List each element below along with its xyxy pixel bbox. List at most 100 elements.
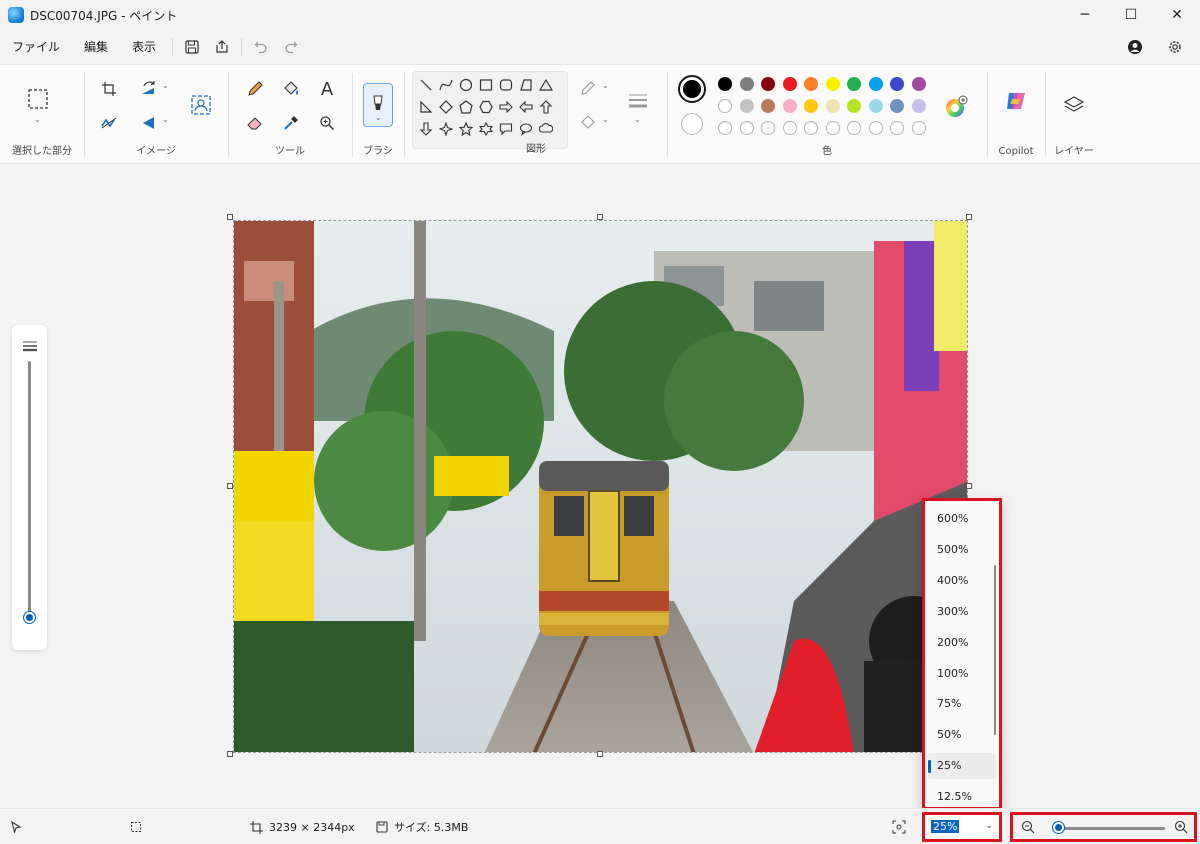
zoom-option[interactable]: 100% [928,661,996,687]
remove-background-icon[interactable] [187,91,215,119]
diamond-shape-icon[interactable] [437,98,455,116]
zoom-option[interactable]: 600% [928,506,996,532]
triangle-shape-icon[interactable] [537,76,555,94]
cloud-callout-shape-icon[interactable] [537,120,555,138]
zoom-option[interactable]: 200% [928,630,996,656]
color-picker-icon[interactable] [277,109,305,137]
zoom-option[interactable]: 300% [928,599,996,625]
color-swatch[interactable] [825,77,840,91]
close-button[interactable]: ✕ [1154,0,1200,30]
chevron-down-icon[interactable]: ⌄ [162,115,169,124]
four-point-star-shape-icon[interactable] [437,120,455,138]
up-arrow-shape-icon[interactable] [537,98,555,116]
color-swatch[interactable] [890,77,904,91]
rectangle-shape-icon[interactable] [477,76,495,94]
custom-color-slot[interactable] [825,121,840,135]
color-swatch[interactable] [868,77,883,91]
right-triangle-shape-icon[interactable] [417,98,435,116]
color-swatch[interactable] [847,77,861,91]
undo-icon[interactable] [246,32,276,62]
zoom-level-select[interactable]: 25% ⌄ [922,812,1002,842]
left-arrow-shape-icon[interactable] [517,98,535,116]
rounded-rectangle-shape-icon[interactable] [497,76,515,94]
curve-shape-icon[interactable] [437,76,455,94]
resize-handle[interactable] [966,214,972,220]
resize-handle[interactable] [227,483,233,489]
color-swatch[interactable] [911,77,926,91]
color-swatch[interactable] [739,77,754,91]
custom-color-slot[interactable] [804,121,818,135]
zoom-option[interactable]: 12.5% [928,784,996,810]
chevron-down-icon[interactable]: ⌄ [602,115,609,124]
zoom-option[interactable]: 25% [928,753,996,780]
zoom-option[interactable]: 50% [928,722,996,748]
fit-to-window-icon[interactable] [892,809,906,844]
resize-icon[interactable] [95,109,123,137]
menu-file[interactable]: ファイル [0,30,72,64]
layers-icon[interactable] [1060,91,1088,119]
chevron-down-icon[interactable]: ⌄ [162,81,169,90]
oval-shape-icon[interactable] [457,76,475,94]
polygon-shape-icon[interactable] [517,76,535,94]
zoom-in-icon[interactable] [1174,820,1188,837]
resize-handle[interactable] [966,483,972,489]
color-swatch[interactable] [911,99,926,113]
rectangular-callout-shape-icon[interactable] [497,120,515,138]
resize-handle[interactable] [227,751,233,757]
color-swatch[interactable] [890,99,904,113]
custom-color-slot[interactable] [868,121,883,135]
down-arrow-shape-icon[interactable] [417,120,435,138]
menu-edit[interactable]: 編集 [72,30,120,64]
secondary-color-button[interactable] [681,113,703,135]
color-swatch[interactable] [847,99,861,113]
primary-color-button[interactable] [678,75,706,103]
shape-fill-icon[interactable] [574,109,602,137]
line-shape-icon[interactable] [417,76,435,94]
chevron-down-icon[interactable]: ⌄ [34,115,41,124]
oval-callout-shape-icon[interactable] [517,120,535,138]
text-tool-icon[interactable]: A [313,75,341,103]
chevron-down-icon[interactable]: ⌄ [602,81,609,90]
minimize-button[interactable]: ─ [1062,0,1108,30]
brush-size-track[interactable] [28,361,31,623]
menu-view[interactable]: 表示 [120,30,168,64]
zoom-option[interactable]: 75% [928,691,996,717]
color-swatch[interactable] [718,77,732,91]
resize-handle[interactable] [597,214,603,220]
chevron-down-icon[interactable]: ⌄ [375,113,382,122]
magnifier-icon[interactable] [313,109,341,137]
color-swatch[interactable] [782,99,797,113]
edit-colors-icon[interactable] [942,93,970,121]
zoom-option[interactable]: 400% [928,568,996,594]
line-size-icon[interactable] [624,87,652,115]
flip-icon[interactable] [135,109,163,137]
color-swatch[interactable] [718,99,732,113]
custom-color-slot[interactable] [761,121,775,135]
account-icon[interactable] [1120,32,1150,62]
zoom-slider-track[interactable] [1053,827,1165,830]
right-arrow-shape-icon[interactable] [497,98,515,116]
custom-color-slot[interactable] [739,121,754,135]
save-icon[interactable] [177,32,207,62]
color-swatch[interactable] [868,99,883,113]
pencil-icon[interactable] [241,75,269,103]
hexagon-shape-icon[interactable] [477,98,495,116]
color-swatch[interactable] [825,99,840,113]
zoom-slider-thumb[interactable] [1052,822,1064,833]
canvas-image[interactable] [233,220,968,753]
custom-color-slot[interactable] [847,121,861,135]
color-swatch[interactable] [739,99,754,113]
zoom-option[interactable]: 500% [928,537,996,563]
zoom-out-icon[interactable] [1021,820,1035,837]
color-swatch[interactable] [761,77,775,91]
share-icon[interactable] [207,32,237,62]
resize-handle[interactable] [227,214,233,220]
custom-color-slot[interactable] [911,121,926,135]
rectangle-select-icon[interactable] [24,85,52,113]
fill-bucket-icon[interactable] [277,75,305,103]
eraser-icon[interactable] [241,109,269,137]
color-swatch[interactable] [804,77,818,91]
redo-icon[interactable] [276,32,306,62]
color-swatch[interactable] [761,99,775,113]
five-point-star-shape-icon[interactable] [457,120,475,138]
